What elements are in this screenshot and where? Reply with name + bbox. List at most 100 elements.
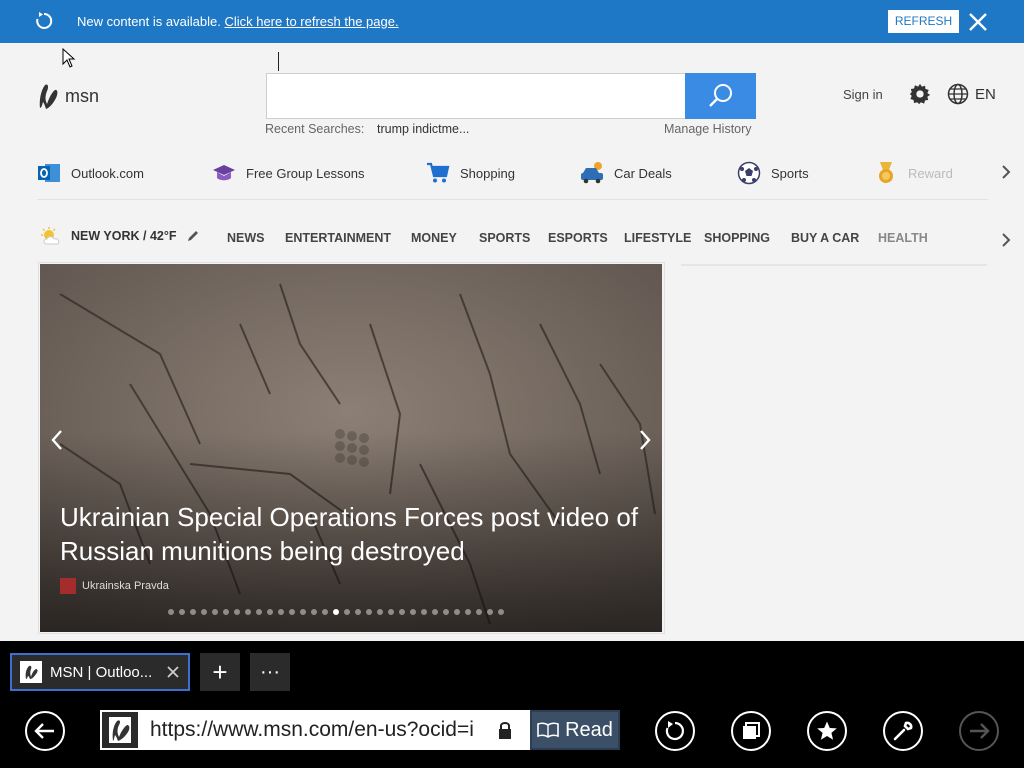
carousel-dot[interactable] [212, 609, 218, 615]
quick-link-outlook[interactable]: Outlook.com [37, 155, 144, 191]
tabs-icon [743, 722, 760, 739]
new-tab-button[interactable]: + [200, 653, 240, 691]
side-panel [681, 254, 987, 266]
carousel-dot[interactable] [344, 609, 350, 615]
carousel-next-icon[interactable] [638, 429, 652, 451]
nav-news[interactable]: NEWS [227, 231, 265, 245]
reload-icon [665, 721, 684, 741]
forward-button[interactable] [959, 711, 999, 751]
carousel-dot[interactable] [300, 609, 306, 615]
quick-link-shopping[interactable]: Shopping [426, 155, 515, 191]
nav-sports[interactable]: SPORTS [479, 231, 530, 245]
tabs-button[interactable] [731, 711, 771, 751]
quick-links-bar: Outlook.com Free Group Lessons Shopping … [0, 155, 1024, 191]
carousel-prev-icon[interactable] [50, 429, 64, 451]
search-button[interactable] [685, 73, 756, 119]
carousel-dot[interactable] [322, 609, 328, 615]
search-input[interactable] [266, 73, 686, 119]
carousel-dot[interactable] [498, 609, 504, 615]
tools-button[interactable] [883, 711, 923, 751]
pencil-icon[interactable] [186, 229, 200, 243]
carousel-dot[interactable] [190, 609, 196, 615]
car-icon [581, 162, 603, 184]
recent-search-term[interactable]: trump indictme... [377, 122, 469, 136]
quick-link-label: Reward [908, 165, 953, 181]
site-icon[interactable] [100, 710, 140, 750]
manage-history-link[interactable]: Manage History [664, 122, 752, 136]
refresh-icon[interactable] [34, 11, 54, 31]
back-button[interactable] [25, 711, 65, 751]
carousel-dot[interactable] [476, 609, 482, 615]
carousel-dot[interactable] [355, 609, 361, 615]
nav-money[interactable]: MONEY [411, 231, 457, 245]
carousel-dot[interactable] [366, 609, 372, 615]
carousel-dot[interactable] [487, 609, 493, 615]
carousel-dot[interactable] [377, 609, 383, 615]
soccer-ball-icon [737, 161, 761, 185]
carousel-dot[interactable] [388, 609, 394, 615]
quick-link-free-group-lessons[interactable]: Free Group Lessons [212, 155, 365, 191]
divider [37, 199, 988, 200]
wrench-icon [893, 721, 913, 741]
browser-tab-active[interactable]: MSN | Outloo... [10, 653, 190, 691]
carousel-dot[interactable] [465, 609, 471, 615]
star-icon [817, 721, 837, 740]
quick-link-label: Shopping [460, 165, 515, 181]
hero-source[interactable]: Ukrainska Pravda [60, 578, 169, 594]
msn-logo[interactable]: msn [37, 82, 99, 110]
nav-shopping[interactable]: SHOPPING [704, 231, 770, 245]
hero-headline[interactable]: Ukrainian Special Operations Forces post… [60, 500, 650, 568]
gear-icon[interactable] [909, 83, 931, 105]
refresh-button[interactable]: REFRESH [888, 10, 959, 33]
favorites-button[interactable] [807, 711, 847, 751]
nav-lifestyle[interactable]: LIFESTYLE [624, 231, 691, 245]
nav-esports[interactable]: ESPORTS [548, 231, 608, 245]
carousel-dot[interactable] [267, 609, 273, 615]
language-selector[interactable]: EN [975, 86, 996, 103]
carousel-dot[interactable] [399, 609, 405, 615]
sign-in-link[interactable]: Sign in [843, 87, 883, 102]
carousel-dot[interactable] [421, 609, 427, 615]
carousel-dot[interactable] [311, 609, 317, 615]
hero-carousel[interactable]: Ukrainian Special Operations Forces post… [40, 264, 662, 632]
carousel-dot[interactable] [289, 609, 295, 615]
close-icon[interactable] [967, 11, 989, 33]
globe-icon[interactable] [947, 83, 969, 105]
carousel-dot[interactable] [201, 609, 207, 615]
url-text[interactable]: https://www.msn.com/en-us?ocid=i [150, 718, 480, 742]
read-label: Read [565, 718, 613, 741]
address-bar[interactable]: https://www.msn.com/en-us?ocid=i Read [100, 710, 620, 750]
cart-icon [427, 162, 450, 183]
carousel-dot[interactable] [410, 609, 416, 615]
weather-widget[interactable]: NEW YORK / 42°F [39, 226, 200, 246]
carousel-dot[interactable] [454, 609, 460, 615]
carousel-dot[interactable] [179, 609, 185, 615]
reload-button[interactable] [655, 711, 695, 751]
carousel-dot[interactable] [443, 609, 449, 615]
source-logo-icon [60, 578, 76, 594]
carousel-dot[interactable] [432, 609, 438, 615]
quick-link-label: Car Deals [614, 165, 672, 181]
carousel-dot[interactable] [168, 609, 174, 615]
close-tab-icon[interactable] [166, 665, 180, 679]
nav-buy-a-car[interactable]: BUY A CAR [791, 231, 859, 245]
carousel-dot[interactable] [234, 609, 240, 615]
nav-entertainment[interactable]: ENTERTAINMENT [285, 231, 391, 245]
carousel-dot[interactable] [223, 609, 229, 615]
nav-next-arrow-icon[interactable] [1000, 232, 1012, 248]
carousel-dot[interactable] [333, 609, 339, 615]
quick-link-reward[interactable]: Reward [874, 155, 953, 191]
quick-link-car-deals[interactable]: Car Deals [580, 155, 672, 191]
quick-links-next-arrow-icon[interactable] [1000, 164, 1012, 180]
outlook-icon [38, 164, 60, 182]
quick-link-sports[interactable]: Sports [737, 155, 809, 191]
carousel-dot[interactable] [278, 609, 284, 615]
tab-options-button[interactable]: ··· [250, 653, 290, 691]
reading-view-button[interactable]: Read [530, 710, 620, 750]
carousel-dot[interactable] [245, 609, 251, 615]
nav-health[interactable]: HEALTH [878, 231, 928, 245]
tab-title: MSN | Outloo... [50, 663, 153, 681]
carousel-dot[interactable] [256, 609, 262, 615]
refresh-link[interactable]: Click here to refresh the page. [224, 14, 398, 29]
lock-icon[interactable] [496, 720, 514, 740]
